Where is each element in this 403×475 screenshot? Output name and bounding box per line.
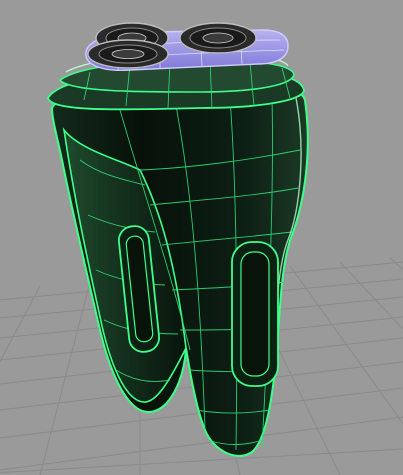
3d-viewport[interactable] [0, 0, 403, 475]
shaver-model[interactable] [47, 22, 309, 457]
viewport-canvas[interactable] [0, 0, 403, 475]
blade-ring-back-right[interactable] [179, 22, 257, 54]
blade-ring-front[interactable] [87, 39, 169, 69]
side-slot-right[interactable] [231, 241, 279, 387]
